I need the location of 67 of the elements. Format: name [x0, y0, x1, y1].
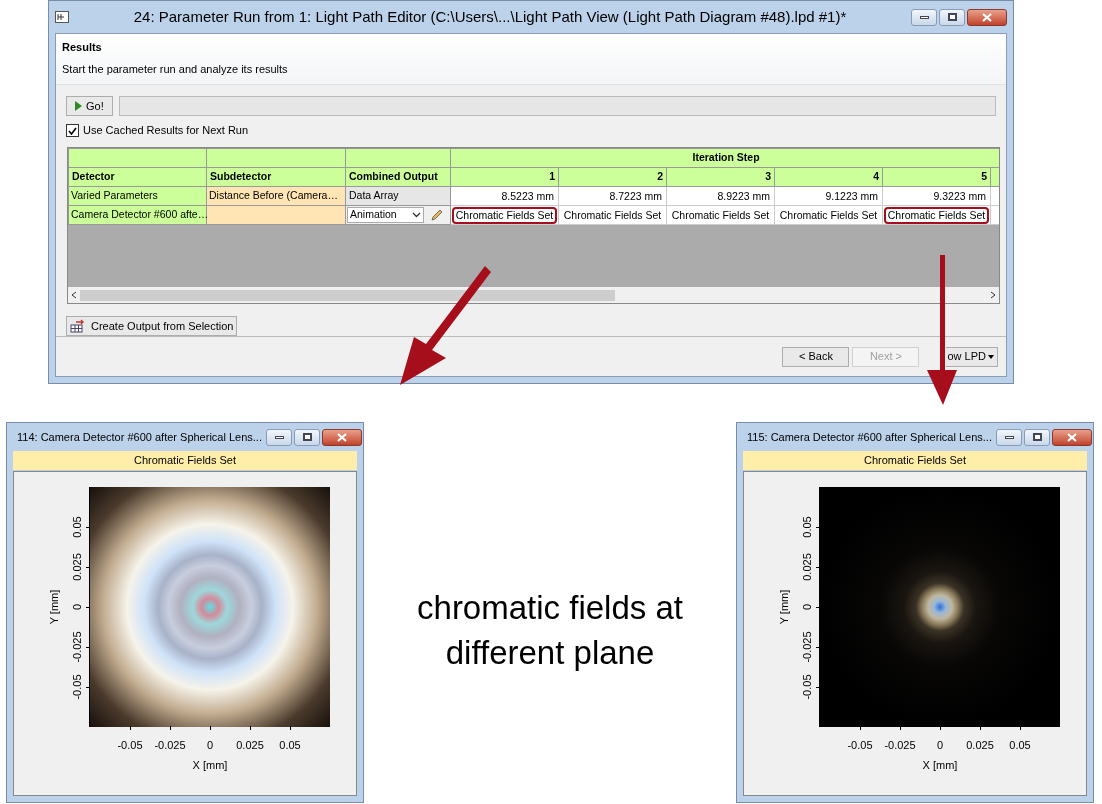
window-title: 24: Parameter Run from 1: Light Path Editor (C:\Users\...\Light Path View (Light Path Diagram #48).lpd #1)* [132, 6, 848, 27]
caret-icon [988, 354, 994, 359]
table-cell[interactable]: Chromatic Fields Set [667, 206, 774, 224]
x-tick-label: -0.025 [154, 738, 186, 753]
close-button[interactable] [967, 8, 1007, 26]
y-axis-label: Y [mm] [778, 589, 790, 625]
checkbox[interactable] [66, 124, 79, 137]
y-tick-label: 0.025 [71, 553, 83, 581]
y-tick-label: 0 [801, 603, 813, 611]
maximize-button[interactable] [1024, 428, 1050, 446]
table-cell[interactable]: Chromatic Fields Set [451, 206, 558, 224]
annotation-text: chromatic fields at different plane [416, 588, 684, 673]
chevron-down-icon [412, 212, 421, 218]
play-icon [75, 101, 82, 111]
close-icon [1067, 432, 1077, 442]
x-tick-label: 0.05 [279, 738, 301, 753]
y-tick-label: -0.05 [801, 674, 813, 700]
pencil-icon [430, 208, 443, 222]
nav-button[interactable]: < Back [782, 346, 850, 367]
table-cell[interactable]: Chromatic Fields Set [883, 206, 990, 224]
x-tick-label: 0 [936, 738, 944, 753]
table-arrow-icon [70, 319, 86, 333]
x-tick-label: -0.025 [884, 738, 916, 753]
check-icon [68, 126, 77, 135]
table-cell[interactable]: Chromatic Fields Set [559, 206, 666, 224]
group-header: Iteration Step [450, 148, 999, 168]
x-axis-label: X [mm] [922, 758, 958, 773]
y-tick-label: 0.05 [71, 516, 83, 538]
y-tick-label: 0.05 [801, 516, 813, 538]
go-button[interactable]: Go! [66, 96, 113, 116]
table-cell[interactable]: Chromatic Fields Set [775, 206, 882, 224]
horizontal-scrollbar[interactable] [68, 287, 999, 303]
y-tick-label: -0.025 [801, 631, 813, 663]
maximize-button[interactable] [294, 428, 320, 446]
minimize-button[interactable] [266, 428, 292, 446]
x-tick-label: 0.025 [966, 738, 994, 753]
app-icon [55, 11, 69, 23]
scroll-right-icon [989, 291, 997, 299]
y-tick-label: -0.025 [71, 631, 83, 663]
window-title: 114: Camera Detector #600 after Spherical Lens... [17, 429, 262, 445]
x-tick-label: -0.05 [117, 738, 143, 753]
x-tick-label: -0.05 [847, 738, 873, 753]
close-button[interactable] [1052, 428, 1092, 446]
y-tick-label: 0 [71, 603, 83, 611]
x-tick-label: 0 [206, 738, 214, 753]
caption-bar: Chromatic Fields Set [13, 451, 357, 470]
y-tick-label: 0.025 [801, 553, 813, 581]
x-tick-label: 0.05 [1009, 738, 1031, 753]
header-subtitle: Start the parameter run and analyze its results [62, 61, 289, 77]
output-dropdown[interactable]: Animation [347, 207, 424, 223]
minimize-button[interactable] [911, 8, 937, 26]
header-title: Results [62, 40, 103, 55]
checkbox-label: Use Cached Results for Next Run [83, 123, 249, 139]
lpd-button[interactable]: ow LPD [946, 346, 998, 367]
maximize-button[interactable] [939, 8, 965, 26]
y-axis-label: Y [mm] [48, 589, 60, 625]
window-title: 115: Camera Detector #600 after Spherical Lens... [747, 429, 992, 445]
scroll-left-icon [70, 291, 78, 299]
x-axis-label: X [mm] [192, 758, 228, 773]
close-icon [982, 12, 992, 22]
close-button[interactable] [322, 428, 362, 446]
caption-bar: Chromatic Fields Set [743, 451, 1087, 470]
y-tick-label: -0.05 [71, 674, 83, 700]
create-output-button[interactable]: Create Output from Selection [66, 316, 238, 336]
x-tick-label: 0.025 [236, 738, 264, 753]
close-icon [337, 432, 347, 442]
minimize-button[interactable] [996, 428, 1022, 446]
